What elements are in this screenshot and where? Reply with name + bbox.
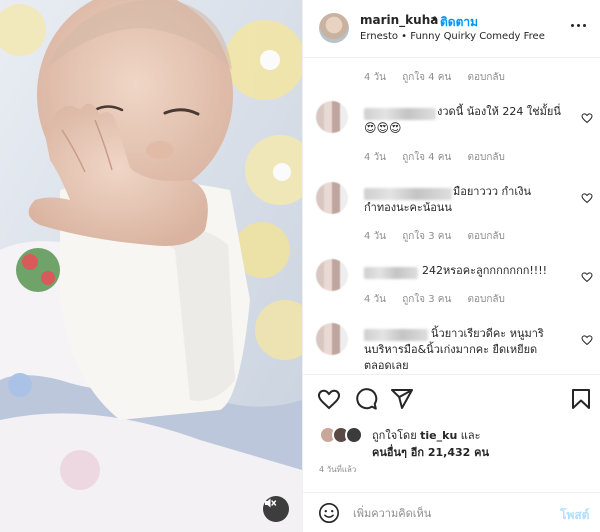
- commenter-username-blurred[interactable]: [364, 329, 428, 341]
- comment-text-line2: นบริหารมือ&นิ้วเก่งมากคะ ยืดเหยียด: [364, 343, 538, 356]
- commenter-username-blurred[interactable]: [364, 267, 418, 279]
- commenter-avatar[interactable]: [316, 323, 348, 355]
- comment-like-count[interactable]: ถูกใจ 4 คน: [402, 152, 451, 163]
- comment-like-count[interactable]: ถูกใจ 3 คน: [402, 231, 451, 242]
- post-timestamp[interactable]: 4 วันที่แล้ว: [319, 463, 356, 476]
- heart-icon[interactable]: [317, 387, 341, 411]
- liked-by-text: ถูกใจโดย tie_ku และ: [372, 426, 481, 444]
- comment-age: 4 วัน: [364, 231, 386, 242]
- reply-button[interactable]: ตอบกลับ: [467, 294, 504, 305]
- more-options-button[interactable]: [571, 21, 591, 29]
- comment-like-count[interactable]: ถูกใจ 4 คน: [402, 72, 451, 83]
- liked-count-text[interactable]: คนอื่นๆ อีก 21,432 คน: [372, 443, 489, 461]
- comment-age: 4 วัน: [364, 152, 386, 163]
- commenter-username-blurred[interactable]: [364, 108, 436, 120]
- follow-button[interactable]: ติดตาม: [440, 13, 478, 32]
- comment-meta: 4 วัน ถูกใจ 4 คน ตอบกลับ: [364, 70, 518, 85]
- comment-age: 4 วัน: [364, 72, 386, 83]
- separator-dot: •: [431, 12, 439, 26]
- liker-avatars: [319, 426, 369, 444]
- reply-button[interactable]: ตอบกลับ: [467, 72, 504, 83]
- add-comment-bar: โพสต์: [303, 492, 600, 532]
- post-side-panel: marin_kuha • ติดตาม Ernesto • Funny Quir…: [302, 0, 600, 532]
- commenter-avatar[interactable]: [316, 182, 348, 214]
- others-like-count[interactable]: คนอื่นๆ อีก 21,432 คน: [372, 446, 489, 459]
- comment-text-line3: ตลอดเลย: [364, 359, 409, 372]
- comment-text: งวดนี้ น้องให้ 224 ใช่มั้ยนี่: [437, 105, 561, 118]
- post-video[interactable]: [0, 0, 302, 532]
- author-username[interactable]: marin_kuha: [360, 13, 438, 27]
- comment-meta: 4 วัน ถูกใจ 3 คน ตอบกลับ: [364, 229, 518, 244]
- liked-by-username[interactable]: tie_ku: [420, 429, 457, 442]
- reply-button[interactable]: ตอบกลับ: [467, 231, 504, 242]
- comment-text: 242หรอคะลูกกกกกกก!!!!: [422, 264, 548, 277]
- comments-list[interactable]: 4 วัน ถูกใจ 4 คน ตอบกลับ งวดนี้ น้องให้ …: [303, 58, 600, 374]
- comment-emoji: 😍😍😍: [364, 121, 402, 135]
- author-avatar[interactable]: [319, 13, 349, 43]
- comment-text: นิ้วยาวเรียวดีคะ หนูมาริ: [431, 327, 544, 340]
- commenter-avatar[interactable]: [316, 101, 348, 133]
- comment-age: 4 วัน: [364, 294, 386, 305]
- post-action-bar: [303, 374, 600, 416]
- avatar[interactable]: [345, 426, 363, 444]
- commenter-username-blurred[interactable]: [364, 188, 452, 200]
- liked-by-prefix: ถูกใจโดย: [372, 429, 417, 442]
- comment-text: มือยาววว กำเงิน: [453, 185, 531, 198]
- speaker-muted-icon: [265, 498, 277, 508]
- heart-icon[interactable]: [581, 334, 593, 346]
- heart-icon[interactable]: [581, 192, 593, 204]
- post-header: marin_kuha • ติดตาม Ernesto • Funny Quir…: [303, 0, 600, 58]
- comment-meta: 4 วัน ถูกใจ 4 คน ตอบกลับ: [364, 150, 518, 165]
- heart-icon[interactable]: [581, 271, 593, 283]
- liked-by-suffix: และ: [460, 429, 481, 442]
- post-comment-button[interactable]: โพสต์: [560, 506, 589, 525]
- audio-track-link[interactable]: Ernesto • Funny Quirky Comedy Free: [360, 31, 545, 42]
- comment-text-line2: กำทองนะคะน้อนน: [364, 201, 452, 214]
- ellipsis-icon: [577, 23, 580, 27]
- video-frame-image: [0, 0, 302, 532]
- comment-input[interactable]: [353, 503, 543, 523]
- bookmark-icon[interactable]: [569, 387, 593, 411]
- mute-toggle-button[interactable]: [263, 496, 289, 522]
- ellipsis-icon: [583, 23, 586, 27]
- comment-icon[interactable]: [354, 387, 378, 411]
- commenter-avatar[interactable]: [316, 259, 348, 291]
- ellipsis-icon: [571, 23, 574, 27]
- heart-icon[interactable]: [581, 112, 593, 124]
- smiley-icon[interactable]: [318, 502, 340, 524]
- comment-meta: 4 วัน ถูกใจ 3 คน ตอบกลับ: [364, 292, 518, 307]
- reply-button[interactable]: ตอบกลับ: [467, 152, 504, 163]
- likes-summary: ถูกใจโดย tie_ku และ คนอื่นๆ อีก 21,432 ค…: [303, 420, 600, 460]
- comment-like-count[interactable]: ถูกใจ 3 คน: [402, 294, 451, 305]
- paper-plane-icon[interactable]: [390, 387, 414, 411]
